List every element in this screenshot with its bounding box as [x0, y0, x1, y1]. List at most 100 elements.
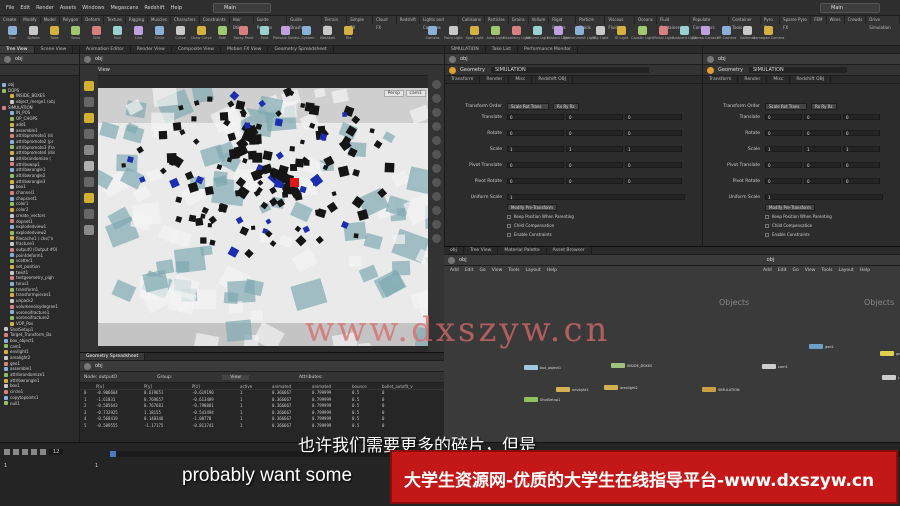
shelf-tab[interactable]: Create [0, 16, 21, 24]
display-option-icon[interactable] [431, 150, 441, 159]
last-frame-icon[interactable] [40, 449, 46, 455]
param-value-field[interactable]: 1 [765, 146, 802, 152]
shelf-tool-button[interactable]: Null [107, 25, 128, 45]
display-option-icon[interactable] [431, 220, 441, 229]
network-tab[interactable]: Asset Browser [547, 247, 592, 254]
uniform-scale-field[interactable]: 1 [765, 194, 883, 200]
param-subtab[interactable]: Transform [445, 76, 481, 83]
shelf-tab[interactable]: Collisions [459, 16, 485, 24]
tree-path-bar[interactable]: obj [0, 54, 79, 65]
menu-item[interactable]: File [6, 5, 14, 11]
network-node[interactable]: SIMULATION [702, 387, 740, 392]
param-subtab[interactable]: Redshift OBJ [790, 76, 832, 83]
param-pane-tab[interactable]: Take List [486, 46, 518, 53]
shelf-tab[interactable]: Oceans [635, 16, 657, 24]
network-menu-item[interactable]: Layout [525, 266, 540, 275]
param-value-field[interactable]: 0 [804, 114, 841, 120]
scene-tab[interactable]: Geometry Spreadsheet [268, 46, 334, 53]
shelf-tool-button[interactable]: Environment Light [563, 25, 596, 45]
brush-tool-icon[interactable] [84, 209, 94, 219]
display-option-icon[interactable] [431, 108, 441, 117]
view-tool-icon[interactable] [84, 177, 94, 187]
param-value-field[interactable]: 0 [625, 178, 682, 184]
shelf-tool-button[interactable]: Point Light [443, 25, 464, 45]
shelf-tool-button[interactable]: Metaball [317, 25, 338, 45]
shelf-tool-button[interactable]: Caustic Light [631, 25, 654, 45]
shelf-tab[interactable]: Sparse Pyro FX [780, 16, 812, 30]
network-menu-item-right[interactable]: Tools [821, 266, 832, 275]
network-menu-item-right[interactable]: Edit [778, 266, 787, 275]
shelf-tool-button[interactable]: Distant Light [547, 25, 570, 45]
param-value-field[interactable]: 0 [843, 114, 880, 120]
shelf-tool-button[interactable]: L-System [296, 25, 317, 45]
shelf-tool-button[interactable]: GI Light [611, 25, 632, 45]
shelf-tool-button[interactable]: Gamepad Camera [753, 25, 784, 45]
menu-item[interactable]: Assets [60, 5, 76, 11]
param-value-field[interactable]: 0 [765, 114, 802, 120]
menu-item[interactable]: Render [36, 5, 54, 11]
param-value-field[interactable]: 1 [804, 146, 841, 152]
param-subtab[interactable]: Misc [509, 76, 533, 83]
desktop-selector-right[interactable]: Main [820, 3, 880, 13]
modify-pre-transform-button[interactable]: Modify Pre-Transform [765, 204, 815, 211]
shelf-tool-button[interactable]: Box [2, 25, 23, 45]
shelf-tab[interactable]: Wires [827, 16, 845, 24]
shelf-tab[interactable]: Model [41, 16, 60, 24]
spreadsheet-column-header[interactable]: animated [308, 383, 348, 389]
param-value-field[interactable]: 0 [804, 178, 841, 184]
param-value-field[interactable]: 0 [507, 114, 564, 120]
shelf-tool-button[interactable]: Spot Light [464, 25, 485, 45]
node-name-field[interactable]: SIMULATION [748, 67, 847, 73]
network-tab[interactable]: Tree View [464, 247, 499, 254]
param-pane-tab[interactable]: Performance Monitor [518, 46, 579, 53]
frame-field[interactable]: 12 [49, 449, 64, 455]
shelf-tool-button[interactable]: Ambient Light [672, 25, 697, 45]
shelf-tool-button[interactable]: Grid [86, 25, 107, 45]
shelf-tool-button[interactable]: Line [128, 25, 149, 45]
shelf-tool-button[interactable]: Camera [422, 25, 443, 45]
param-subtab[interactable]: Render [738, 76, 768, 83]
shelf-tool-button[interactable]: Draw Curve [191, 25, 212, 45]
network-tab[interactable]: obj [444, 247, 464, 254]
param-value-field[interactable]: 0 [566, 114, 623, 120]
spreadsheet-column-header[interactable]: P[y] [140, 383, 188, 389]
network-menu-item-right[interactable]: Layout [839, 266, 854, 275]
lock-icon[interactable] [84, 225, 94, 235]
stop-icon[interactable] [22, 449, 28, 455]
shelf-tab[interactable]: Lights and Cameras [420, 16, 460, 30]
shelf-tab[interactable]: Redshift [397, 16, 420, 24]
spreadsheet-path-bar[interactable]: obj [80, 361, 444, 372]
param-checkbox[interactable]: Child Compensation [765, 223, 812, 228]
param-value-field[interactable]: 1 [566, 146, 623, 152]
end-frame[interactable]: 1 [95, 463, 98, 469]
spreadsheet-column-header[interactable]: P[x] [92, 383, 140, 389]
shelf-tab[interactable]: Modify [20, 16, 41, 24]
shelf-tool-button[interactable]: Spray Paint [233, 25, 254, 45]
shelf-tool-button[interactable]: Switcher [737, 25, 758, 45]
shelf-tool-button[interactable]: Curve [170, 25, 191, 45]
param-value-field[interactable]: 1 [843, 146, 880, 152]
param-value-field[interactable]: 0 [507, 130, 564, 136]
shelf-tool-button[interactable]: Sphere [23, 25, 44, 45]
shelf-tool-button[interactable]: VR Camera [716, 25, 737, 45]
network-node[interactable]: geo1 [880, 351, 900, 356]
scene-path-bar[interactable]: obj [80, 54, 444, 65]
tree-item[interactable]: null1 [0, 401, 80, 407]
shelf-tab[interactable]: Guide Process [254, 16, 288, 30]
param-subtab[interactable]: Render [480, 76, 510, 83]
display-option-icon[interactable] [431, 164, 441, 173]
network-node[interactable]: box_object1 [524, 365, 561, 370]
param-value-field[interactable]: 0 [566, 178, 623, 184]
tab-tree-view[interactable]: Tree View [0, 46, 35, 53]
start-frame[interactable]: 1 [4, 463, 7, 469]
shelf-tab[interactable]: Populate Containers [690, 16, 730, 30]
network-tab[interactable]: Material Palette [498, 247, 547, 254]
display-option-icon[interactable] [431, 94, 441, 103]
shelf-tab[interactable]: Vellum [529, 16, 550, 24]
display-option-icon[interactable] [431, 192, 441, 201]
display-option-icon[interactable] [431, 206, 441, 215]
move-tool-icon[interactable] [84, 97, 94, 107]
param-value-field[interactable]: 0 [843, 130, 880, 136]
shelf-tab[interactable]: Pyro FX [761, 16, 781, 30]
network-menu-item-right[interactable]: Add [763, 266, 772, 275]
